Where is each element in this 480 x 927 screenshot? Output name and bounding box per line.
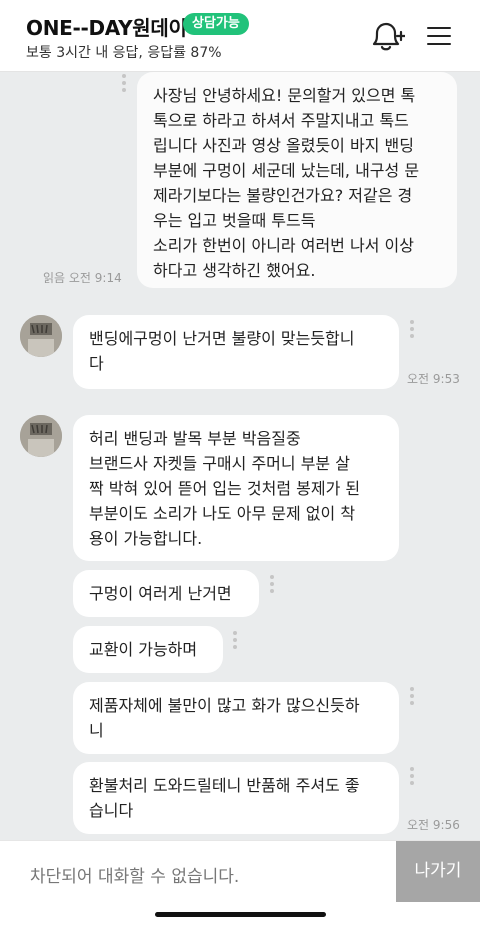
bell-plus-icon[interactable] — [369, 20, 405, 54]
more-options-icon[interactable] — [409, 320, 415, 340]
avatar-image — [20, 315, 62, 357]
read-timestamp: 읽음 오전 9:14 — [43, 271, 122, 285]
message-timestamp: 오전 9:53 — [407, 372, 460, 386]
received-message[interactable]: 제품자체에 불만이 많고 화가 많으신듯하 니 — [73, 682, 399, 754]
avatar[interactable] — [20, 415, 62, 457]
received-message[interactable]: 교환이 가능하며 — [73, 626, 223, 673]
more-options-icon[interactable] — [269, 575, 275, 595]
message-list: 사장님 안녕하세요! 문의할거 있으면 톡 톡으로 하라고 하셔서 주말지내고 … — [0, 72, 480, 840]
exit-button[interactable]: 나가기 — [396, 841, 480, 902]
status-badge: 상담가능 — [183, 13, 249, 35]
received-message[interactable]: 허리 밴딩과 발목 부분 박음질중 브랜드사 자켓들 구매시 주머니 부분 살 … — [73, 415, 399, 561]
hamburger-menu-icon[interactable] — [425, 24, 453, 48]
received-message[interactable]: 환불처리 도와드릴테니 반품해 주셔도 좋 습니다 — [73, 762, 399, 834]
received-message[interactable]: 구멍이 여러게 난거면 — [73, 570, 259, 617]
avatar-image — [20, 415, 62, 457]
chat-header: ONE--DAY원데이 상담가능 보통 3시간 내 응답, 응답률 87% — [0, 0, 480, 72]
home-indicator[interactable] — [155, 912, 326, 917]
message-timestamp: 오전 9:56 — [407, 818, 460, 832]
more-options-icon[interactable] — [232, 631, 238, 651]
shop-name[interactable]: ONE--DAY원데이 — [26, 12, 187, 41]
more-options-icon[interactable] — [409, 767, 415, 787]
sent-message[interactable]: 사장님 안녕하세요! 문의할거 있으면 톡 톡으로 하라고 하셔서 주말지내고 … — [137, 72, 457, 288]
more-options-icon[interactable] — [409, 687, 415, 707]
avatar[interactable] — [20, 315, 62, 357]
more-options-icon[interactable] — [121, 74, 127, 94]
blocked-notice: 차단되어 대화할 수 없습니다. — [30, 867, 240, 887]
chat-footer: 차단되어 대화할 수 없습니다. 나가기 — [0, 840, 480, 927]
received-message[interactable]: 밴딩에구멍이 난거면 불량이 맞는듯합니 다 — [73, 315, 399, 389]
response-info: 보통 3시간 내 응답, 응답률 87% — [26, 45, 222, 61]
